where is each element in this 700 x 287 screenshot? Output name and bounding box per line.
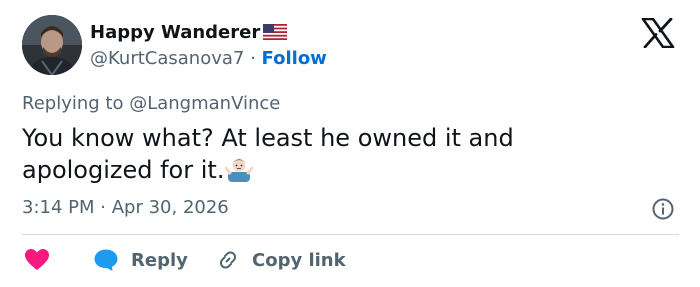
us-flag-icon [263,24,288,40]
author-handle[interactable]: @KurtCasanova7 [90,48,244,69]
heart-icon [25,249,49,270]
replying-to-prefix: Replying to [22,93,124,114]
person-shrugging-icon [225,158,254,182]
avatar-image [22,15,82,75]
follow-button[interactable]: Follow [262,48,327,69]
info-icon[interactable] [651,197,675,221]
reply-label: Reply [131,249,188,271]
tweet-text: You know what? At least he owned it and … [22,122,622,186]
tweet-time[interactable]: 3:14 PM [22,197,95,218]
handle-separator: · [250,48,256,69]
replying-to-mention[interactable]: @LangmanVince [129,93,280,114]
like-button[interactable] [24,246,50,274]
avatar[interactable] [22,15,82,75]
link-icon [219,251,237,269]
meta-separator: · [100,197,106,218]
x-logo-icon[interactable] [641,18,675,48]
replying-to: Replying to @LangmanVince [22,93,280,114]
author-name-row: Happy Wanderer [90,19,288,45]
author-handle-row: @KurtCasanova7 · Follow [90,48,327,69]
divider [22,234,679,235]
copy-link-button[interactable]: Copy link [216,246,346,274]
tweet-meta: 3:14 PM · Apr 30, 2026 [22,197,229,218]
reply-bubble-icon [94,249,118,271]
tweet-card: Happy Wanderer @KurtCasanova7 · Follow R… [0,0,700,287]
reply-button[interactable]: Reply [93,246,188,274]
tweet-body: You know what? At least he owned it and … [22,124,514,184]
author-display-name[interactable]: Happy Wanderer [90,22,260,43]
tweet-date[interactable]: Apr 30, 2026 [112,197,229,218]
copy-link-label: Copy link [252,249,346,271]
